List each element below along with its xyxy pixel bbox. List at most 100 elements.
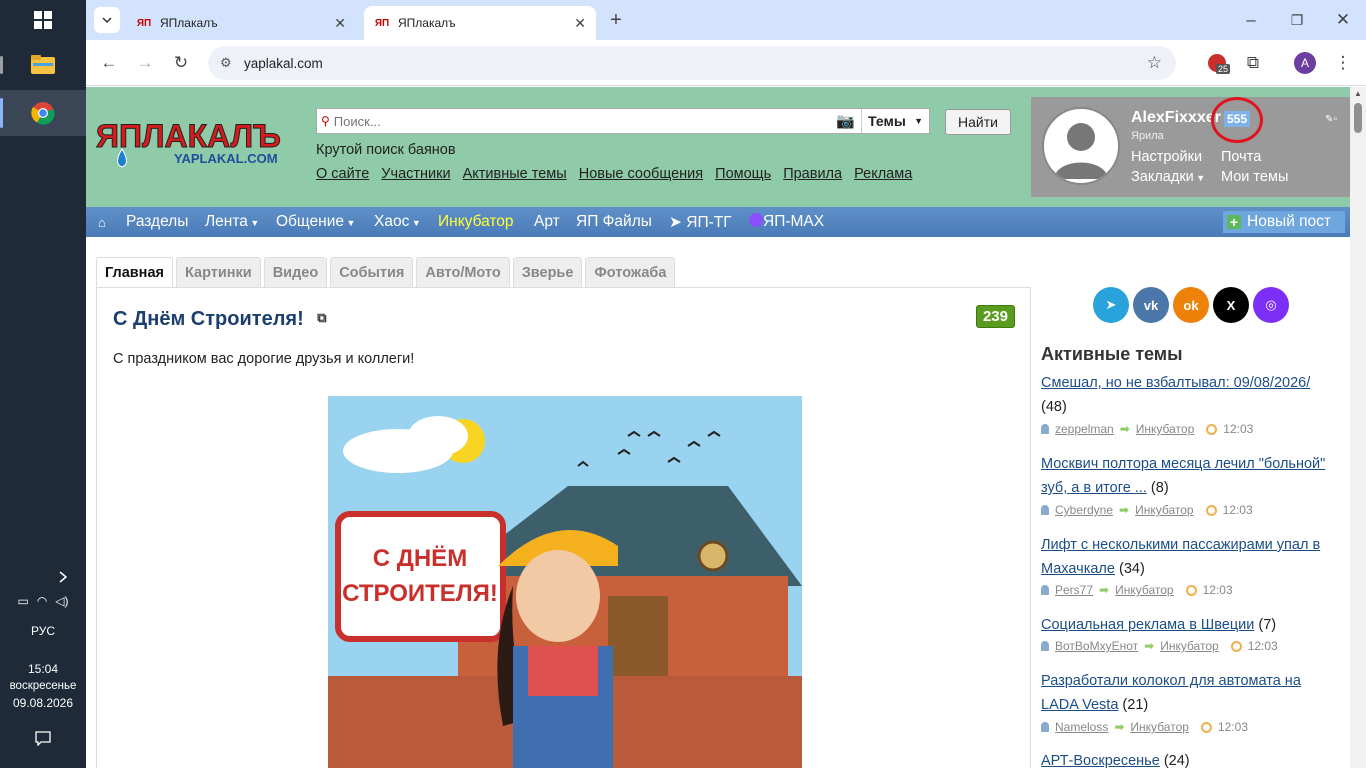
- clock-time[interactable]: 15:04: [0, 662, 86, 676]
- camera-icon[interactable]: 📷: [830, 112, 861, 130]
- reload-icon[interactable]: ↻: [168, 50, 194, 76]
- tab-events[interactable]: События: [330, 257, 414, 287]
- back-icon[interactable]: ←: [96, 50, 122, 76]
- address-bar[interactable]: ⚙ yaplakal.com ☆: [208, 46, 1176, 80]
- file-explorer-button[interactable]: [0, 42, 86, 88]
- topic-link[interactable]: Москвич полтора месяца лечил "больной" з…: [1041, 456, 1325, 496]
- topic-link[interactable]: Социальная реклама в Швеции: [1041, 617, 1254, 633]
- post-title-text: С Днём Строителя!: [113, 308, 304, 330]
- mail-link[interactable]: Почта: [1221, 149, 1261, 165]
- site-info-icon[interactable]: ⚙: [220, 55, 232, 71]
- minimize-icon[interactable]: –: [1238, 7, 1264, 33]
- extension-adblock-icon[interactable]: 25: [1204, 50, 1231, 76]
- windows-start-button[interactable]: [0, 0, 86, 40]
- menu-files[interactable]: ЯП Файлы: [576, 213, 652, 231]
- site-logo[interactable]: ЯПЛАКАЛЪ YAPLAKAL.COM: [96, 118, 296, 171]
- dropdown-arrow-icon: ▼: [247, 218, 260, 228]
- profile-avatar[interactable]: A: [1292, 50, 1318, 76]
- open-new-window-icon[interactable]: ⧉: [317, 310, 326, 325]
- topic-author[interactable]: zeppelman: [1055, 422, 1114, 436]
- topic-link[interactable]: АРТ-Воскресенье: [1041, 753, 1160, 768]
- topic-author[interactable]: Pers77: [1055, 583, 1093, 597]
- menu-incubator[interactable]: Инкубатор: [438, 213, 514, 231]
- search-form: ⚲ 📷 Темы ▼: [316, 108, 930, 134]
- nav-help[interactable]: Помощь: [715, 166, 771, 182]
- settings-link[interactable]: Настройки: [1131, 149, 1202, 165]
- topic-author[interactable]: ВотВоМхуЕнот: [1055, 639, 1138, 653]
- new-post-button[interactable]: + Новый пост: [1223, 211, 1345, 233]
- nav-new-messages[interactable]: Новые сообщения: [579, 166, 703, 182]
- close-tab-icon[interactable]: ✕: [334, 15, 346, 32]
- bookmark-star-icon[interactable]: ☆: [1147, 53, 1162, 73]
- tab-main[interactable]: Главная: [96, 257, 173, 287]
- menu-sections[interactable]: Разделы: [126, 213, 188, 231]
- tab-1[interactable]: ЯП ЯПлакалъ ✕: [126, 6, 356, 40]
- close-window-icon[interactable]: ✕: [1330, 7, 1356, 33]
- wifi-icon[interactable]: ◠: [37, 594, 47, 608]
- search-input[interactable]: [329, 110, 831, 132]
- post-rating[interactable]: 239: [975, 305, 1015, 328]
- tab-auto-moto[interactable]: Авто/Мото: [416, 257, 510, 287]
- post-title[interactable]: С Днём Строителя! ⧉: [113, 308, 327, 331]
- language-indicator[interactable]: РУС: [0, 624, 86, 638]
- new-tab-icon[interactable]: +: [603, 7, 629, 33]
- home-icon[interactable]: ⌂: [98, 215, 106, 230]
- topic-section[interactable]: Инкубатор: [1135, 503, 1194, 517]
- user-avatar[interactable]: [1042, 107, 1120, 185]
- my-topics-link[interactable]: Мои темы: [1221, 169, 1288, 185]
- battery-icon[interactable]: ▭: [17, 594, 28, 608]
- tab-photoshop[interactable]: Фотожаба: [585, 257, 676, 287]
- topic-section[interactable]: Инкубатор: [1115, 583, 1174, 597]
- volume-icon[interactable]: ◁): [55, 594, 68, 608]
- telegram-icon[interactable]: ➤: [1093, 287, 1129, 323]
- topic-link[interactable]: Разработали колокол для автомата на LADA…: [1041, 673, 1301, 713]
- odnoklassniki-icon[interactable]: ok: [1173, 287, 1209, 323]
- topic-section[interactable]: Инкубатор: [1130, 720, 1189, 734]
- restore-icon[interactable]: ❐: [1284, 7, 1310, 33]
- topic-section[interactable]: Инкубатор: [1136, 422, 1195, 436]
- topic-author[interactable]: Cyberdyne: [1055, 503, 1113, 517]
- menu-max[interactable]: ЯП-MAX: [749, 213, 824, 231]
- tab-2[interactable]: ЯП ЯПлакалъ ✕: [364, 6, 596, 40]
- scrollbar-thumb[interactable]: [1354, 103, 1362, 133]
- bookmarks-link[interactable]: Закладки ▼: [1131, 169, 1205, 185]
- tray-expand-icon[interactable]: [0, 570, 86, 587]
- tab-search-button[interactable]: [94, 7, 120, 33]
- nav-members[interactable]: Участники: [381, 166, 450, 182]
- find-button[interactable]: Найти: [945, 109, 1011, 135]
- extensions-puzzle-icon[interactable]: ⧉: [1240, 50, 1266, 76]
- tab-video[interactable]: Видео: [263, 257, 328, 287]
- tab-animals[interactable]: Зверье: [512, 257, 583, 287]
- topic-link[interactable]: Смешал, но не взбалтывал: 09/08/2026/: [1041, 375, 1310, 391]
- menu-art[interactable]: Арт: [534, 213, 560, 231]
- nav-rules[interactable]: Правила: [783, 166, 842, 182]
- notifications-icon[interactable]: [0, 730, 86, 749]
- tab-pictures[interactable]: Картинки: [175, 257, 261, 287]
- topic-section[interactable]: Инкубатор: [1160, 639, 1219, 653]
- pin-icon[interactable]: ✎▫: [1325, 114, 1337, 125]
- menu-telegram[interactable]: ➤ ЯП-ТГ: [669, 213, 732, 232]
- post-card: С Днём Строителя! ⧉ 239 С праздником вас…: [96, 287, 1031, 768]
- x-twitter-icon[interactable]: X: [1213, 287, 1249, 323]
- close-tab-icon[interactable]: ✕: [574, 15, 586, 32]
- nav-about[interactable]: О сайте: [316, 166, 369, 182]
- menu-kebab-icon[interactable]: ⋮: [1330, 50, 1356, 76]
- topic-author[interactable]: Nameloss: [1055, 720, 1108, 734]
- active-topics-title: Активные темы: [1041, 344, 1183, 364]
- max-messenger-icon[interactable]: ◎: [1253, 287, 1289, 323]
- menu-feed[interactable]: Лента ▼: [205, 213, 259, 231]
- topic-link[interactable]: Лифт с несколькими пассажирами упал в Ма…: [1041, 537, 1320, 577]
- nav-active-topics[interactable]: Активные темы: [463, 166, 567, 182]
- search-scope-select[interactable]: Темы ▼: [861, 109, 929, 133]
- scroll-up-icon[interactable]: ▲: [1354, 89, 1362, 98]
- username[interactable]: AlexFixxxer: [1131, 109, 1221, 127]
- nav-ads[interactable]: Реклама: [854, 166, 912, 182]
- menu-chaos[interactable]: Хаос ▼: [374, 213, 421, 231]
- forward-icon[interactable]: →: [132, 50, 158, 76]
- chrome-taskbar-button[interactable]: [0, 90, 86, 136]
- page-scrollbar[interactable]: ▲: [1350, 87, 1366, 768]
- menu-chat[interactable]: Общение ▼: [276, 213, 355, 231]
- post-image[interactable]: С ДНЁМ СТРОИТЕЛЯ!: [328, 396, 802, 768]
- vk-icon[interactable]: vk: [1133, 287, 1169, 323]
- user-icon: [1041, 641, 1049, 651]
